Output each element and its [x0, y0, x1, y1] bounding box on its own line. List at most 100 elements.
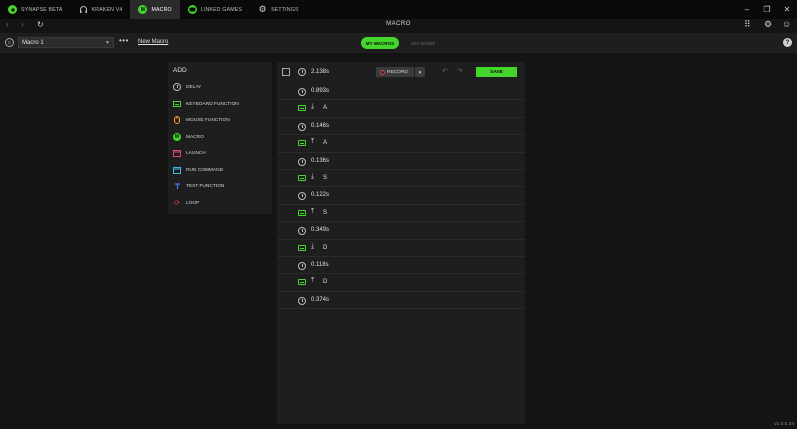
version-label: v1.0.0.34 [774, 422, 794, 427]
sequence-row[interactable]: ⤒ A [277, 135, 525, 153]
sequence-row[interactable]: ⤓ D [277, 240, 525, 257]
add-mouse-function[interactable]: MOUSE FUNCTION [173, 114, 269, 126]
add-launch[interactable]: LAUNCH [173, 147, 269, 159]
record-label: RECORD [387, 69, 408, 75]
record-options-dropdown[interactable]: ▼ [415, 67, 425, 77]
page-title: MACRO [386, 21, 411, 27]
macro-toolbar: ≡ Macro 1 ▼ ••• New Macro MY MACROS KEY … [0, 33, 797, 53]
add-panel-heading: ADD [173, 67, 187, 74]
add-item-label: KEYBOARD FUNCTION [186, 101, 239, 107]
redo-icon[interactable]: ↷ [457, 67, 463, 75]
user-avatar-icon[interactable]: ☺ [782, 19, 791, 29]
sequence-row[interactable]: 0.893s [277, 83, 525, 101]
macro-icon: M [173, 133, 181, 141]
clock-icon [298, 261, 306, 270]
keyboard-icon [298, 279, 306, 286]
add-item-label: TEXT FUNCTION [186, 183, 225, 189]
keyboard-icon [298, 174, 306, 181]
clock-icon [298, 192, 306, 201]
settings-gear-icon[interactable]: ⚙ [764, 19, 772, 30]
key-up-icon: ⤒ [311, 138, 315, 146]
tab-macro[interactable]: M MACRO [130, 0, 180, 19]
razer-icon [8, 5, 17, 14]
add-text-function[interactable]: TEXT FUNCTION [173, 180, 269, 192]
new-macro-link[interactable]: New Macro [138, 39, 168, 45]
delay-value: 0.349s [311, 227, 330, 234]
key-up-icon: ⤒ [311, 277, 315, 285]
sequence-row[interactable]: ⤓ A [277, 100, 525, 118]
apps-grid-icon[interactable]: ⠿ [744, 19, 751, 30]
record-button[interactable]: RECORD [376, 67, 414, 77]
keyboard-icon [298, 209, 306, 216]
clock-icon [173, 83, 181, 91]
sequence-row[interactable]: 0.136s [277, 153, 525, 170]
key-value: A [323, 105, 328, 112]
add-item-label: MOUSE FUNCTION [186, 117, 230, 123]
sequence-row[interactable]: 0.122s [277, 187, 525, 205]
delay-value: 0.893s [311, 88, 330, 94]
macro-sequence-panel: 2.138s RECORD ▼ ↶ ↷ SAVE 0.893s ⤓ A 0.146… [277, 62, 525, 424]
sequence-row[interactable]: 0.146s [277, 118, 525, 136]
delay-value: 0.122s [311, 192, 330, 199]
mouse-icon [173, 116, 181, 124]
tab-my-macros[interactable]: MY MACROS [361, 37, 399, 49]
add-delay[interactable]: DELAY [173, 81, 269, 93]
sequence-row[interactable]: ⤒ S [277, 205, 525, 223]
clock-icon [298, 68, 306, 76]
sequence-row[interactable]: ⤓ S [277, 170, 525, 188]
help-icon[interactable]: ? [783, 38, 792, 47]
add-keyboard-function[interactable]: KEYBOARD FUNCTION [173, 98, 269, 110]
tab-linked-games[interactable]: LINKED GAMES [180, 0, 250, 19]
sequence-row[interactable]: 0.349s [277, 222, 525, 240]
total-time: 2.138s [311, 69, 330, 75]
key-value: S [323, 209, 328, 216]
delay-value: 0.136s [311, 157, 330, 164]
chevron-down-icon: ▼ [105, 40, 110, 46]
tab-kraken[interactable]: KRAKEN V4 [71, 0, 131, 19]
key-down-icon: ⤓ [311, 172, 315, 180]
tab-label: KRAKEN V4 [91, 6, 123, 13]
sequence-row[interactable]: 0.118s [277, 257, 525, 275]
macro-dropdown[interactable]: Macro 1 ▼ [18, 37, 114, 48]
keyboard-icon [298, 105, 306, 112]
add-macro[interactable]: M MACRO [173, 131, 269, 143]
clock-icon [298, 296, 306, 305]
key-value: A [323, 140, 328, 147]
key-value: D [323, 279, 328, 286]
add-item-label: MACRO [186, 134, 204, 140]
terminal-icon [173, 166, 181, 174]
clock-icon [298, 227, 306, 236]
delay-value: 0.374s [311, 296, 330, 303]
sequence-row[interactable]: ⤒ D [277, 274, 525, 292]
select-all-checkbox[interactable] [282, 68, 290, 76]
macro-list-icon[interactable]: ≡ [5, 38, 14, 47]
title-bar: ‹ › ↻ MACRO ⠿ ⚙ ☺ [0, 19, 797, 33]
maximize-button[interactable]: ❐ [757, 0, 777, 19]
launch-icon [173, 149, 181, 157]
key-value: S [323, 174, 328, 181]
key-down-icon: ⤓ [311, 103, 315, 111]
add-run-command[interactable]: RUN COMMAND [173, 164, 269, 176]
tab-settings[interactable]: ⚙ SETTINGS [250, 0, 307, 19]
tab-label: LINKED GAMES [200, 6, 243, 13]
tab-key-binds[interactable]: KEY BINDS [404, 37, 442, 49]
key-value: D [323, 244, 328, 251]
add-item-label: DELAY [186, 84, 202, 90]
key-up-icon: ⤒ [311, 207, 315, 215]
close-button[interactable]: ✕ [777, 0, 797, 19]
add-loop[interactable]: ⟳ LOOP [173, 197, 269, 209]
tab-label: SETTINGS [271, 6, 299, 13]
record-dot-icon [380, 69, 385, 75]
add-item-label: RUN COMMAND [186, 167, 224, 173]
sequence-row[interactable]: 0.374s [277, 292, 525, 310]
clock-icon [298, 157, 306, 166]
gear-icon: ⚙ [258, 4, 267, 14]
undo-icon[interactable]: ↶ [442, 67, 448, 75]
more-options-button[interactable]: ••• [119, 36, 129, 45]
gamepad-icon [187, 5, 197, 14]
save-button[interactable]: SAVE [476, 67, 517, 77]
text-icon [173, 182, 181, 190]
keyboard-icon [173, 100, 181, 108]
tab-synapse[interactable]: SYNAPSE BETA [0, 0, 71, 19]
minimize-button[interactable]: – [737, 0, 757, 19]
